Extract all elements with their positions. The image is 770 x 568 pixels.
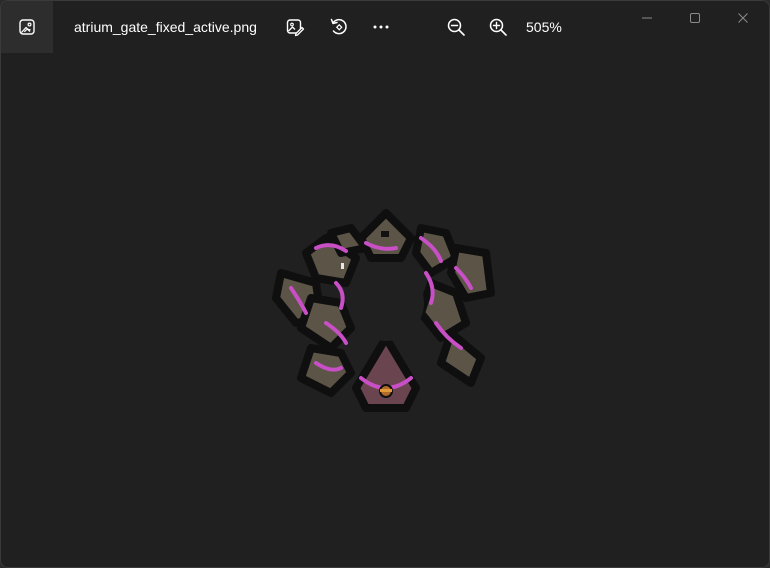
maximize-button[interactable] bbox=[671, 1, 719, 35]
file-title: atrium_gate_fixed_active.png bbox=[74, 19, 257, 35]
more-button[interactable] bbox=[367, 13, 395, 41]
minimize-icon bbox=[642, 17, 652, 19]
minimize-button[interactable] bbox=[623, 1, 671, 35]
close-button[interactable] bbox=[719, 1, 767, 35]
rotate-button[interactable] bbox=[325, 13, 353, 41]
title-bar: atrium_gate_fixed_active.png 505% bbox=[1, 1, 769, 53]
close-icon bbox=[738, 13, 748, 23]
app-icon-button[interactable] bbox=[1, 1, 53, 53]
zoom-in-icon bbox=[489, 18, 507, 36]
more-icon bbox=[373, 25, 389, 29]
rotate-icon bbox=[330, 18, 347, 35]
edit-image-button[interactable] bbox=[281, 13, 309, 41]
edit-image-icon bbox=[286, 19, 305, 37]
zoom-out-icon bbox=[447, 18, 465, 36]
photos-app-icon bbox=[19, 19, 35, 35]
maximize-icon bbox=[690, 13, 700, 23]
atrium-gate-sprite bbox=[272, 209, 495, 412]
photos-window: atrium_gate_fixed_active.png 505% bbox=[0, 0, 770, 568]
zoom-out-button[interactable] bbox=[442, 13, 470, 41]
zoom-level[interactable]: 505% bbox=[526, 19, 562, 35]
zoom-in-button[interactable] bbox=[484, 13, 512, 41]
